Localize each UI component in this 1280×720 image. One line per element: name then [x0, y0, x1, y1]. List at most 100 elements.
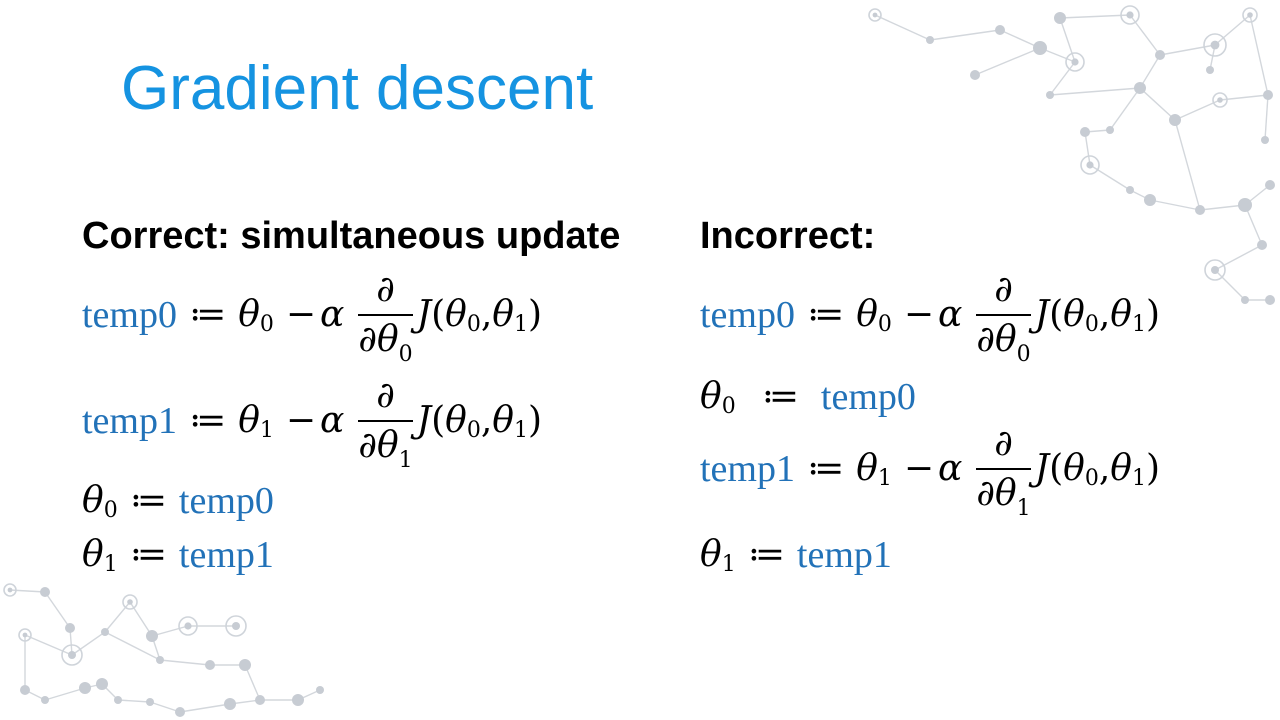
subscript: 1	[513, 312, 528, 337]
network-edge	[129, 601, 153, 637]
network-node	[127, 599, 133, 605]
network-node	[79, 682, 91, 694]
network-node	[1033, 41, 1047, 55]
partial-symbol: ∂	[976, 473, 995, 514]
network-edge	[1059, 14, 1131, 19]
network-edge	[974, 47, 1041, 76]
network-node	[1155, 50, 1165, 60]
theta-symbol: θ	[492, 294, 514, 335]
network-node	[1257, 240, 1267, 250]
network-edge	[1214, 269, 1246, 301]
theta-symbol: θ	[1063, 448, 1085, 489]
network-node	[1195, 205, 1205, 215]
network-node	[1206, 66, 1214, 74]
derivative-fraction: ∂ ∂θ1	[976, 423, 1031, 520]
network-node	[970, 70, 980, 80]
alpha-symbol: α	[938, 294, 963, 335]
comma: ,	[480, 294, 493, 335]
network-edge	[1264, 94, 1269, 141]
network-edge	[1109, 87, 1141, 131]
network-node	[1265, 295, 1275, 305]
network-edge	[1149, 199, 1201, 211]
minus-symbol: −	[285, 294, 317, 335]
theta-symbol: θ	[82, 534, 104, 575]
network-node	[146, 630, 158, 642]
theta-symbol: θ	[856, 294, 878, 335]
network-node	[1211, 266, 1219, 274]
partial-symbol: ∂	[358, 425, 377, 466]
network-node	[872, 12, 878, 18]
assign-symbol: ≔	[806, 294, 845, 335]
subscript: 0	[466, 418, 481, 443]
network-node	[1054, 12, 1066, 24]
theta-symbol: θ	[700, 376, 722, 417]
cost-function: J	[1034, 294, 1050, 335]
theta-symbol: θ	[1110, 294, 1132, 335]
network-node	[1261, 136, 1269, 144]
right-eq-temp1-update: temp1 ≔ θ1 − α ∂ ∂θ1 J(θ 0, θ 1)	[700, 423, 1160, 520]
paren-open: (	[431, 400, 446, 441]
network-node	[22, 632, 28, 638]
subscript: 0	[466, 312, 481, 337]
left-eq-theta1-assign: θ1 ≔ temp1	[82, 534, 274, 576]
network-edge	[1174, 119, 1201, 211]
network-node	[1241, 296, 1249, 304]
theta-symbol: θ	[445, 400, 467, 441]
paren-close: )	[527, 400, 543, 441]
network-edge	[1139, 87, 1176, 121]
subscript: 1	[398, 448, 413, 473]
network-node	[65, 623, 75, 633]
minus-symbol: −	[285, 400, 317, 441]
paren-open: (	[431, 294, 446, 335]
theta-symbol: θ	[1110, 448, 1132, 489]
assign-symbol: ≔	[129, 480, 167, 521]
network-node	[316, 686, 324, 694]
theta-symbol: θ	[238, 400, 260, 441]
subscript: 0	[721, 394, 736, 419]
temp-var: temp1	[178, 534, 274, 576]
subscript: 0	[1084, 312, 1099, 337]
partial-symbol: ∂	[994, 423, 1013, 464]
network-node	[146, 698, 154, 706]
alpha-symbol: α	[320, 294, 345, 335]
subscript: 1	[1131, 312, 1146, 337]
network-node	[1126, 11, 1134, 19]
paren-open: (	[1049, 294, 1064, 335]
theta-symbol: θ	[445, 294, 467, 335]
network-node	[68, 651, 76, 659]
network-edge	[104, 601, 131, 633]
theta-symbol: θ	[1063, 294, 1085, 335]
network-node	[20, 685, 30, 695]
network-edge	[44, 687, 86, 701]
network-edge	[1089, 164, 1131, 191]
network-edge	[44, 591, 71, 629]
network-edge	[159, 659, 211, 666]
network-node	[926, 36, 934, 44]
alpha-symbol: α	[320, 400, 345, 441]
network-edge	[1049, 87, 1141, 96]
right-eq-theta0-assign: θ0 ≔ temp0	[700, 376, 916, 419]
network-node	[1263, 90, 1273, 100]
theta-symbol: θ	[700, 534, 722, 575]
network-node	[1071, 58, 1079, 66]
theta-symbol: θ	[492, 400, 514, 441]
subscript: 1	[877, 466, 892, 491]
subscript: 1	[1131, 466, 1146, 491]
network-edge	[117, 699, 151, 703]
network-node	[1080, 127, 1090, 137]
temp-var: temp0	[820, 376, 916, 418]
network-node	[114, 696, 122, 704]
temp-var: temp1	[796, 534, 892, 576]
network-edge	[24, 634, 73, 656]
network-node	[7, 587, 13, 593]
network-node	[239, 659, 251, 671]
minus-symbol: −	[903, 294, 935, 335]
left-heading: Correct: simultaneous update	[82, 215, 621, 257]
network-edge	[1129, 14, 1161, 56]
network-node	[175, 707, 185, 717]
alpha-symbol: α	[938, 448, 963, 489]
network-node	[41, 696, 49, 704]
network-node	[101, 628, 109, 636]
network-node	[1134, 82, 1146, 94]
assign-symbol: ≔	[747, 534, 785, 575]
